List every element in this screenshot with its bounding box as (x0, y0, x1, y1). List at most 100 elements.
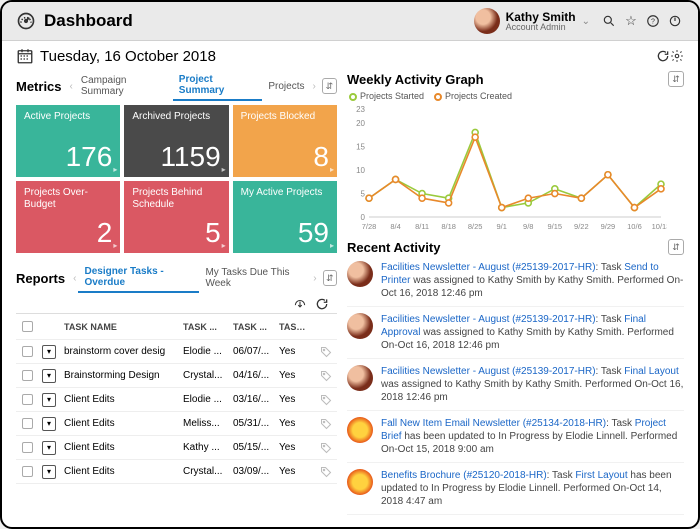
feed-text: Fall New Item Email Newsletter (#25134-2… (381, 417, 684, 456)
svg-text:10/6: 10/6 (627, 222, 642, 231)
tab-my-tasks-week[interactable]: My Tasks Due This Week (199, 264, 311, 292)
tag-icon[interactable] (315, 442, 337, 454)
feed-link-task[interactable]: Final Layout (624, 366, 678, 377)
metric-card[interactable]: Projects Over-Budget2▸ (16, 181, 120, 253)
row-dropdown[interactable]: ▾ (42, 441, 56, 455)
metrics-head: Metrics ‹ Campaign Summary Project Summa… (16, 71, 337, 101)
gear-icon[interactable] (670, 49, 684, 63)
feed-link-project[interactable]: Facilities Newsletter - August (#25139-2… (381, 366, 596, 377)
feed-item[interactable]: Facilities Newsletter - August (#25139-2… (347, 307, 684, 359)
select-all-checkbox[interactable] (22, 321, 33, 332)
avatar (347, 469, 373, 495)
tab-campaign-summary[interactable]: Campaign Summary (75, 72, 173, 100)
feed-link-project[interactable]: Facilities Newsletter - August (#25139-2… (381, 262, 596, 273)
cell-assignee: Elodie ... (179, 346, 229, 357)
col-task-name[interactable]: TASK NAME (60, 322, 179, 332)
metric-value: 59 (241, 217, 329, 249)
table-row[interactable]: ▾ brainstorm cover desig Elodie ... 06/0… (16, 340, 337, 364)
feed-link-project[interactable]: Fall New Item Email Newsletter (#25134-2… (381, 418, 606, 429)
svg-text:7/28: 7/28 (362, 222, 377, 231)
cell-track: Yes (275, 394, 315, 405)
row-checkbox[interactable] (22, 466, 33, 477)
cell-task-name: Client Edits (60, 466, 179, 477)
feed-item[interactable]: Facilities Newsletter - August (#25139-2… (347, 255, 684, 307)
metric-value: 176 (24, 141, 112, 173)
tag-icon[interactable] (315, 466, 337, 478)
col-task-date[interactable]: TASK ... (229, 322, 275, 332)
cell-date: 03/09/... (229, 466, 275, 477)
metric-card[interactable]: Projects Behind Schedule5▸ (124, 181, 228, 253)
chevron-left-icon[interactable]: ‹ (68, 81, 75, 92)
tag-icon[interactable] (315, 394, 337, 406)
cell-assignee: Crystal... (179, 370, 229, 381)
row-checkbox[interactable] (22, 346, 33, 357)
feed-item[interactable]: Fall New Item Email Newsletter (#25134-2… (347, 411, 684, 463)
row-dropdown[interactable]: ▾ (42, 417, 56, 431)
row-checkbox[interactable] (22, 442, 33, 453)
feed-item[interactable]: Facilities Newsletter - August (#25139-2… (347, 359, 684, 411)
svg-text:8/11: 8/11 (415, 222, 429, 231)
chevron-left-icon[interactable]: ‹ (71, 273, 78, 284)
row-checkbox[interactable] (22, 370, 33, 381)
row-dropdown[interactable]: ▾ (42, 369, 56, 383)
chevron-right-icon: ▸ (222, 165, 226, 174)
cell-task-name: Client Edits (60, 418, 179, 429)
cell-date: 04/16/... (229, 370, 275, 381)
row-dropdown[interactable]: ▾ (42, 345, 56, 359)
feed-link-task[interactable]: First Layout (575, 470, 627, 481)
help-icon[interactable]: ? (644, 12, 662, 30)
download-icon[interactable] (293, 297, 307, 311)
chart-legend: Projects Started Projects Created (349, 91, 684, 101)
reports-filter-button[interactable]: ⇵ (323, 270, 337, 286)
metric-label: Projects Blocked (241, 111, 329, 123)
tab-project-summary[interactable]: Project Summary (173, 71, 263, 101)
cell-assignee: Crystal... (179, 466, 229, 477)
refresh-icon[interactable] (315, 297, 329, 311)
table-row[interactable]: ▾ Client Edits Meliss... 05/31/... Yes (16, 412, 337, 436)
tab-designer-overdue[interactable]: Designer Tasks - Overdue (78, 263, 199, 293)
svg-text:9/8: 9/8 (523, 222, 533, 231)
chevron-down-icon[interactable]: ⌄ (582, 16, 590, 27)
table-row[interactable]: ▾ Client Edits Crystal... 03/09/... Yes (16, 460, 337, 484)
metric-card[interactable]: Active Projects176▸ (16, 105, 120, 177)
user-block[interactable]: Kathy Smith Account Admin ⌄ (474, 8, 590, 34)
row-checkbox[interactable] (22, 418, 33, 429)
svg-text:9/1: 9/1 (497, 222, 507, 231)
search-icon[interactable] (600, 12, 618, 30)
weekly-activity-chart: 05101520237/288/48/118/188/259/19/89/159… (347, 103, 684, 233)
calendar-icon[interactable] (16, 47, 34, 65)
feed-link-project[interactable]: Benefits Brochure (#25120-2018-HR) (381, 470, 547, 481)
tag-icon[interactable] (315, 346, 337, 358)
refresh-icon[interactable] (656, 49, 670, 63)
svg-text:9/29: 9/29 (601, 222, 616, 231)
avatar (474, 8, 500, 34)
tag-icon[interactable] (315, 418, 337, 430)
col-task-assignee[interactable]: TASK ... (179, 322, 229, 332)
legend-projects-started: Projects Started (360, 91, 424, 101)
tag-icon[interactable] (315, 370, 337, 382)
weekly-filter-button[interactable]: ⇵ (668, 71, 684, 87)
avatar (347, 365, 373, 391)
metric-card[interactable]: Projects Blocked8▸ (233, 105, 337, 177)
metric-label: Archived Projects (132, 111, 220, 123)
chevron-right-icon[interactable]: › (310, 81, 317, 92)
feed-link-project[interactable]: Facilities Newsletter - August (#25139-2… (381, 314, 596, 325)
table-row[interactable]: ▾ Client Edits Kathy ... 05/15/... Yes (16, 436, 337, 460)
row-dropdown[interactable]: ▾ (42, 465, 56, 479)
col-task-info[interactable]: TASK I... (275, 322, 315, 332)
recent-filter-button[interactable]: ⇵ (668, 239, 684, 255)
svg-text:8/4: 8/4 (390, 222, 400, 231)
table-row[interactable]: ▾ Brainstorming Design Crystal... 04/16/… (16, 364, 337, 388)
metric-card[interactable]: Archived Projects1159▸ (124, 105, 228, 177)
metrics-filter-button[interactable]: ⇵ (322, 78, 337, 94)
feed-item[interactable]: Benefits Brochure (#25120-2018-HR): Task… (347, 463, 684, 515)
feed-text: Facilities Newsletter - August (#25139-2… (381, 365, 684, 404)
row-dropdown[interactable]: ▾ (42, 393, 56, 407)
tab-projects[interactable]: Projects (262, 78, 310, 95)
star-icon[interactable]: ☆ (622, 12, 640, 30)
power-icon[interactable] (666, 12, 684, 30)
row-checkbox[interactable] (22, 394, 33, 405)
chevron-right-icon[interactable]: › (311, 273, 318, 284)
table-row[interactable]: ▾ Client Edits Elodie ... 03/16/... Yes (16, 388, 337, 412)
metric-card[interactable]: My Active Projects59▸ (233, 181, 337, 253)
